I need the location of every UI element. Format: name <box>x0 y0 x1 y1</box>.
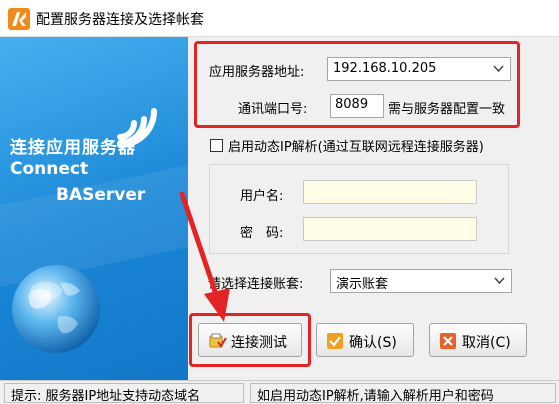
password-input[interactable] <box>303 217 477 241</box>
cancel-button[interactable]: 取消(C) <box>429 323 527 357</box>
brand-title-en-2: BAServer <box>56 185 146 205</box>
check-icon <box>327 333 343 349</box>
close-icon <box>440 333 456 349</box>
account-value: 演示账套 <box>336 277 389 292</box>
annotation-arrow <box>179 191 230 322</box>
config-dialog: 配置服务器连接及选择帐套 连接应用服务器 Connect BAServer 应用… <box>0 0 559 404</box>
confirm-button[interactable]: 确认(S) <box>316 323 414 357</box>
cancel-label: 取消(C) <box>462 335 511 351</box>
brand-title-en-1: Connect <box>10 159 89 179</box>
chevron-down-icon[interactable] <box>494 277 505 285</box>
account-combo[interactable]: 演示账套 <box>330 269 512 293</box>
title-bar: 配置服务器连接及选择帐套 <box>0 0 559 37</box>
window-title: 配置服务器连接及选择帐套 <box>36 12 204 28</box>
app-icon <box>8 8 30 30</box>
confirm-label: 确认(S) <box>349 335 397 351</box>
username-input[interactable] <box>303 180 477 204</box>
dynamic-ip-checkbox[interactable] <box>210 139 223 152</box>
username-label: 用户名: <box>240 189 284 204</box>
highlight-server-settings <box>194 41 520 128</box>
status-bar: 提示: 服务器IP地址支持动态域名 如启用动态IP解析,请输入解析用户和密码 <box>0 380 559 404</box>
globe-icon <box>12 265 100 353</box>
brand-panel: 连接应用服务器 Connect BAServer <box>0 37 188 380</box>
status-hint-left: 提示: 服务器IP地址支持动态域名 <box>4 383 244 403</box>
dynamic-ip-label[interactable]: 启用动态IP解析(通过互联网远程连接服务器) <box>228 136 484 155</box>
brand-title-cn: 连接应用服务器 <box>10 138 136 158</box>
status-hint-right: 如启用动态IP解析,请输入解析用户和密码 <box>250 383 556 403</box>
password-label: 密 码: <box>240 226 284 241</box>
